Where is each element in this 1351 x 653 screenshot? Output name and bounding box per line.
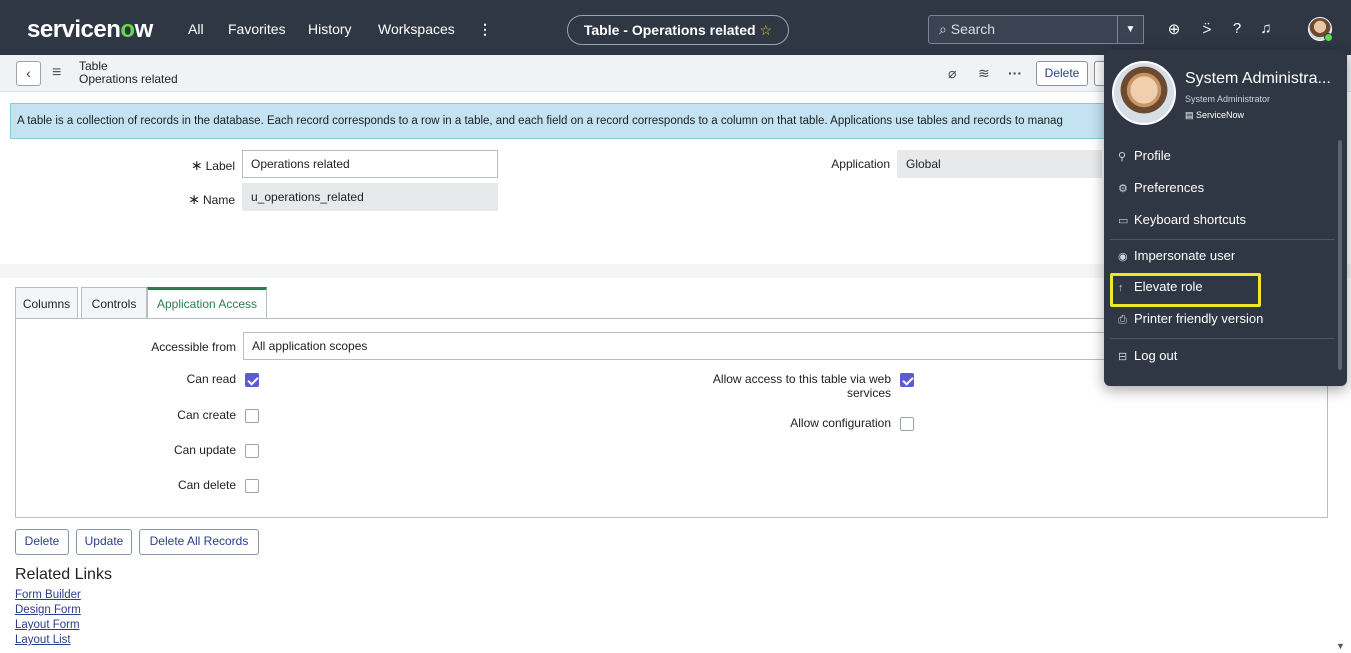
- link-design-form[interactable]: Design Form: [15, 604, 81, 616]
- eye-icon: ◉: [1118, 251, 1128, 263]
- can-read-checkbox[interactable]: [245, 373, 259, 387]
- web-access-checkbox[interactable]: [900, 373, 914, 387]
- search-icon: ⌕: [939, 21, 947, 37]
- more-options-icon[interactable]: ···: [1008, 65, 1022, 81]
- user-menu-org: ▤ ServiceNow: [1185, 110, 1245, 120]
- nav-all[interactable]: All: [188, 21, 204, 37]
- nav-history[interactable]: History: [308, 21, 352, 37]
- allow-configuration-label: Allow configuration: [790, 416, 891, 430]
- profile-icon: ⚲: [1118, 151, 1127, 163]
- nav-favorites[interactable]: Favorites: [228, 21, 286, 37]
- label-input[interactable]: Operations related: [242, 150, 498, 178]
- presence-dot: [1324, 33, 1333, 42]
- menu-item-log-out[interactable]: ⊟ Log out: [1118, 348, 1177, 363]
- nav-more[interactable]: ⋮: [478, 21, 492, 38]
- printer-icon: ⎙: [1118, 314, 1127, 326]
- can-delete-checkbox[interactable]: [245, 479, 259, 493]
- can-update-checkbox[interactable]: [245, 444, 259, 458]
- tab-controls[interactable]: Controls: [81, 287, 147, 319]
- user-menu: System Administra... System Administrato…: [1104, 50, 1347, 386]
- name-input: u_operations_related: [242, 183, 498, 211]
- org-icon: ▤: [1185, 110, 1194, 120]
- user-menu-avatar: [1112, 61, 1176, 125]
- web-access-label: Allow access to this table via web servic…: [712, 372, 891, 400]
- form-title-record: Operations related: [79, 72, 178, 86]
- chat-icon[interactable]: ⍩: [1198, 20, 1216, 37]
- required-asterisk-icon: ∗: [188, 191, 200, 207]
- user-menu-role: System Administrator: [1185, 94, 1271, 104]
- link-layout-list[interactable]: Layout List: [15, 634, 71, 646]
- menu-item-printer-friendly[interactable]: ⎙ Printer friendly version: [1118, 311, 1263, 327]
- link-form-builder[interactable]: Form Builder: [15, 589, 81, 601]
- keyboard-icon: ▭: [1118, 215, 1129, 227]
- can-update-label: Can update: [173, 443, 236, 457]
- update-button[interactable]: Update: [76, 529, 132, 555]
- info-banner: A table is a collection of records in th…: [10, 103, 1120, 139]
- globe-icon[interactable]: ⊕: [1165, 20, 1183, 38]
- form-title-type: Table: [79, 59, 108, 73]
- user-avatar[interactable]: [1308, 17, 1333, 42]
- can-create-checkbox[interactable]: [245, 409, 259, 423]
- menu-item-keyboard-shortcuts[interactable]: ▭ Keyboard shortcuts: [1118, 212, 1246, 227]
- delete-button[interactable]: Delete: [15, 529, 69, 555]
- can-create-label: Can create: [177, 408, 236, 422]
- name-field-label: ∗ Name: [188, 191, 235, 207]
- header-delete-button[interactable]: Delete: [1036, 61, 1088, 86]
- settings-sliders-icon[interactable]: ≋: [978, 65, 990, 82]
- logout-icon: ⊟: [1118, 351, 1128, 363]
- back-button[interactable]: ‹: [16, 61, 41, 86]
- scroll-down-arrow-icon[interactable]: ▼: [1336, 641, 1345, 651]
- can-read-label: Can read: [186, 372, 236, 386]
- servicenow-logo[interactable]: servicenow: [27, 16, 153, 44]
- required-asterisk-icon: ∗: [190, 157, 203, 173]
- label-field-label: ∗ Label: [190, 157, 235, 173]
- tab-application-access[interactable]: Application Access: [147, 287, 267, 319]
- elevate-role-highlight: [1110, 273, 1261, 307]
- favorite-star-icon[interactable]: ☆: [760, 22, 773, 38]
- bell-icon[interactable]: ♫: [1257, 20, 1275, 37]
- attachment-icon[interactable]: ⌀: [948, 65, 956, 82]
- can-delete-label: Can delete: [177, 478, 236, 492]
- application-field-label: Application: [831, 157, 890, 171]
- menu-item-impersonate-user[interactable]: ◉ Impersonate user: [1118, 248, 1235, 263]
- link-layout-form[interactable]: Layout Form: [15, 619, 80, 631]
- allow-configuration-checkbox[interactable]: [900, 417, 914, 431]
- menu-item-preferences[interactable]: ⚙ Preferences: [1118, 180, 1204, 195]
- help-icon[interactable]: ?: [1228, 20, 1246, 37]
- menu-item-profile[interactable]: ⚲ Profile: [1118, 148, 1171, 163]
- accessible-from-label: Accessible from: [151, 340, 236, 354]
- search-dropdown-button[interactable]: ▼: [1118, 15, 1144, 44]
- nav-workspaces[interactable]: Workspaces: [378, 21, 455, 37]
- menu-icon[interactable]: ≡: [52, 64, 61, 82]
- global-search-input[interactable]: ⌕ Search: [928, 15, 1118, 44]
- related-links-title: Related Links: [15, 566, 112, 583]
- menu-divider: [1110, 338, 1335, 339]
- user-menu-name: System Administra...: [1185, 70, 1331, 87]
- context-title-pill[interactable]: Table - Operations related ☆: [567, 15, 789, 45]
- delete-all-records-button[interactable]: Delete All Records: [139, 529, 259, 555]
- application-value: Global: [897, 150, 1102, 178]
- gear-icon: ⚙: [1118, 183, 1128, 195]
- tab-columns[interactable]: Columns: [15, 287, 78, 319]
- menu-divider: [1110, 239, 1335, 240]
- menu-scrollbar[interactable]: [1338, 140, 1342, 370]
